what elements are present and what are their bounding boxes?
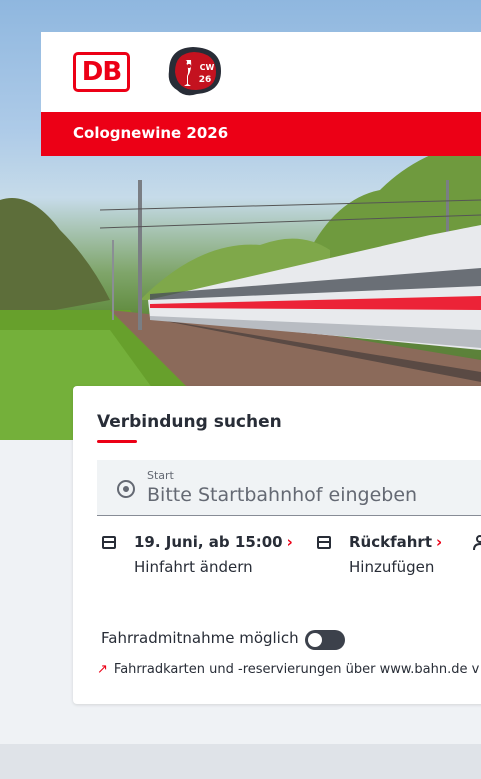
colognewine-logo: CW 26 — [168, 47, 221, 96]
calendar-icon — [102, 536, 116, 549]
bike-tickets-link[interactable]: ↗ Fahrradkarten und -reservierungen über … — [97, 662, 481, 677]
outbound-sub-label: Hinfahrt ändern — [134, 558, 253, 576]
title-underline — [97, 440, 137, 443]
start-station-input[interactable] — [147, 484, 481, 506]
bike-label: Fahrradmitnahme möglich — [101, 629, 299, 647]
origin-marker-icon — [117, 480, 135, 498]
bike-option-row: Fahrradmitnahme möglich — [101, 628, 345, 652]
event-banner: Colognewine 2026 — [41, 112, 481, 156]
return-sub-label: Hinzufügen — [349, 558, 435, 576]
banner-title: Colognewine 2026 — [73, 124, 229, 142]
card-title: Verbindung suchen — [97, 412, 282, 432]
person-icon[interactable] — [473, 535, 481, 551]
svg-text:CW: CW — [200, 63, 215, 72]
header-card: DB CW 26 — [41, 32, 481, 112]
return-main: Rückfahrt › — [349, 533, 442, 551]
chevron-right-icon: › — [436, 533, 443, 551]
outbound-date-option[interactable]: 19. Juni, ab 15:00 › Hinfahrt ändern — [102, 533, 293, 583]
outbound-main: 19. Juni, ab 15:00 › — [134, 533, 293, 551]
connection-search-card: Verbindung suchen Start 19. Juni, ab 15:… — [73, 386, 481, 704]
svg-text:26: 26 — [199, 75, 212, 85]
start-label: Start — [147, 469, 174, 482]
bike-toggle[interactable] — [305, 630, 345, 650]
return-trip-label: Rückfahrt — [349, 533, 432, 551]
chevron-right-icon: › — [286, 533, 293, 551]
db-logo[interactable]: DB — [73, 52, 130, 92]
bike-tickets-link-text: Fahrradkarten und -reservierungen über w… — [113, 662, 480, 677]
footer-band — [0, 744, 481, 779]
external-link-icon: ↗ — [97, 662, 108, 677]
start-station-field[interactable]: Start — [97, 460, 481, 516]
calendar-icon — [317, 536, 331, 549]
outbound-date-label: 19. Juni, ab 15:00 — [134, 533, 283, 551]
db-logo-text: DB — [81, 57, 122, 87]
return-trip-option[interactable]: Rückfahrt › Hinzufügen — [317, 533, 467, 583]
